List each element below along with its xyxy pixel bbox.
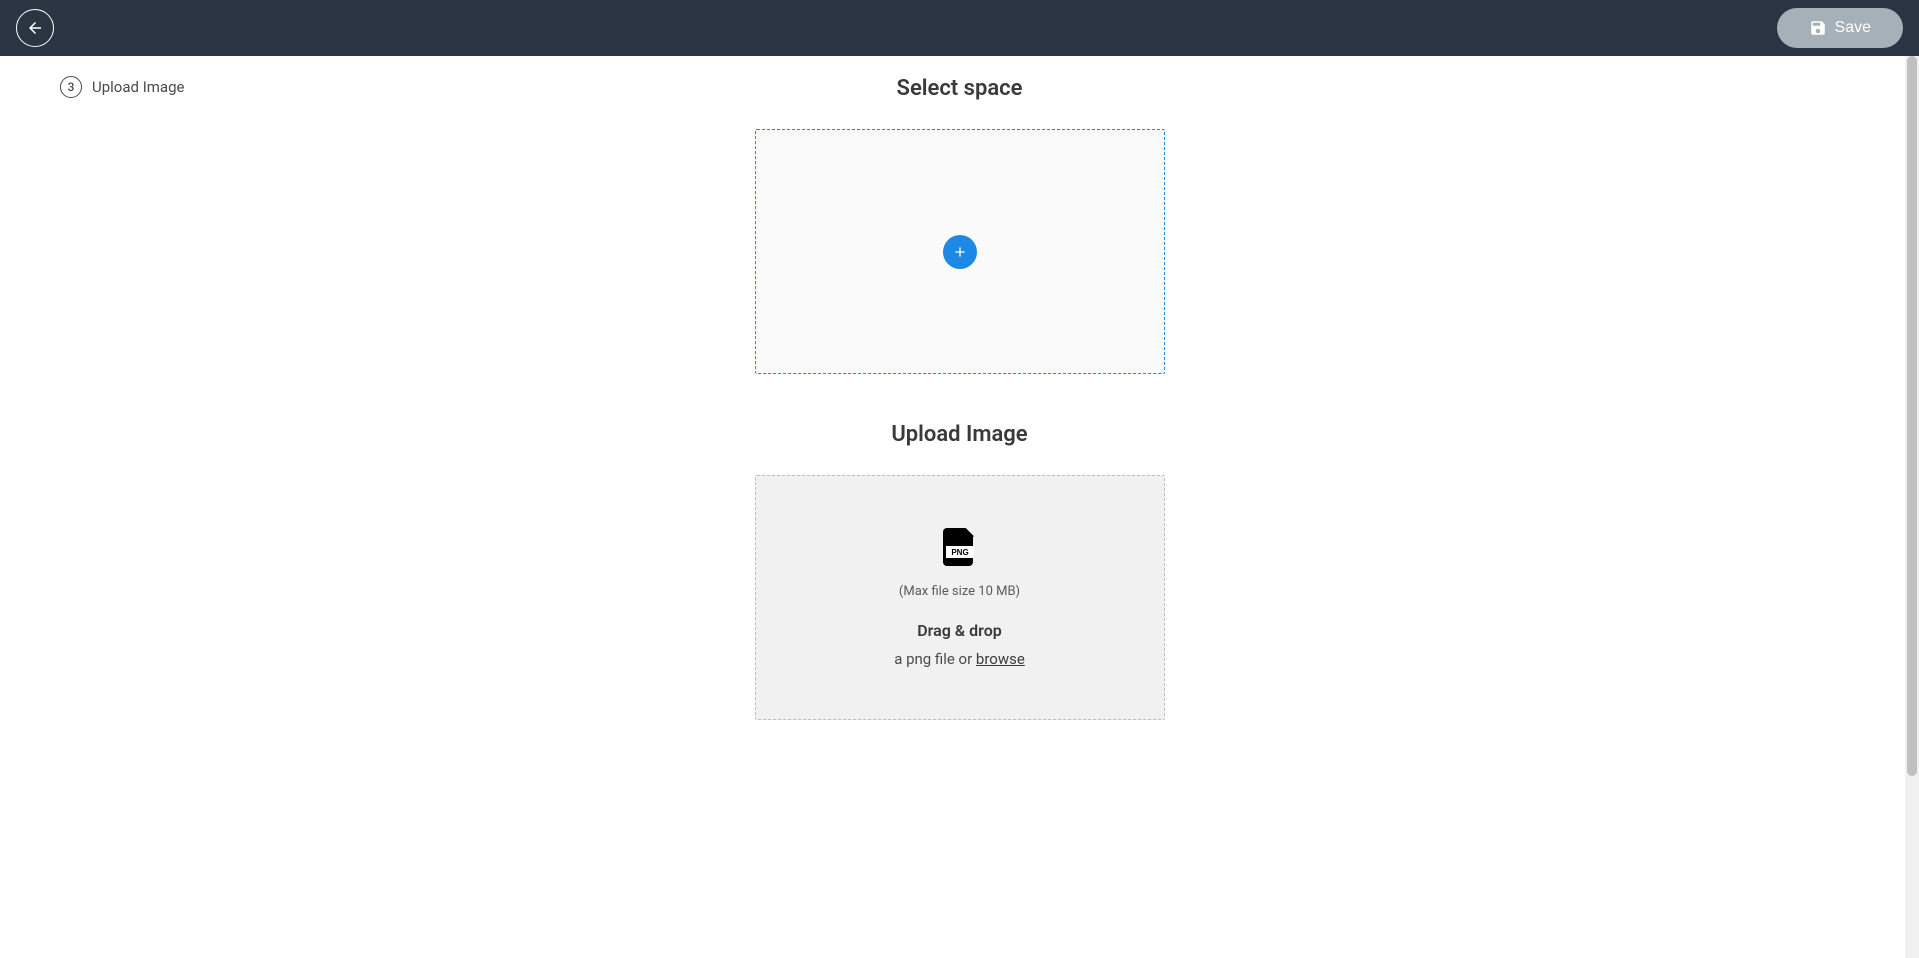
upload-image-dropzone[interactable]: PNG (Max file size 10 MB) Drag & drop a …: [755, 475, 1165, 720]
scrollbar-thumb[interactable]: [1907, 56, 1917, 776]
png-file-icon: PNG: [943, 528, 977, 570]
svg-text:PNG: PNG: [951, 548, 968, 557]
step-number: 3: [60, 76, 82, 98]
save-icon: [1809, 19, 1827, 37]
browse-line: a png file or browse: [894, 650, 1025, 668]
content: 3 Upload Image Select space Upload Image: [0, 56, 1919, 958]
select-space-title: Select space: [897, 76, 1023, 101]
step-item-upload-image[interactable]: 3 Upload Image: [60, 76, 240, 98]
max-file-size-text: (Max file size 10 MB): [899, 584, 1020, 599]
save-button-label: Save: [1835, 19, 1871, 37]
header: Save: [0, 0, 1919, 56]
upload-image-section: Upload Image PNG (Max file size 10 MB) D…: [755, 422, 1165, 720]
step-label: Upload Image: [92, 78, 184, 96]
drag-drop-text: Drag & drop: [917, 621, 1002, 640]
plus-icon: [952, 244, 968, 260]
sidebar: 3 Upload Image: [0, 56, 240, 958]
select-space-dropzone[interactable]: [755, 129, 1165, 374]
save-button[interactable]: Save: [1777, 8, 1903, 48]
arrow-left-icon: [26, 19, 44, 37]
add-space-button[interactable]: [943, 235, 977, 269]
main: Select space Upload Image: [240, 56, 1919, 958]
select-space-section: Select space: [755, 76, 1165, 422]
browse-link[interactable]: browse: [976, 650, 1025, 668]
back-button[interactable]: [16, 9, 54, 47]
file-type-text: a png file or: [894, 650, 976, 668]
upload-image-title: Upload Image: [891, 422, 1027, 447]
scrollbar[interactable]: [1905, 56, 1919, 958]
